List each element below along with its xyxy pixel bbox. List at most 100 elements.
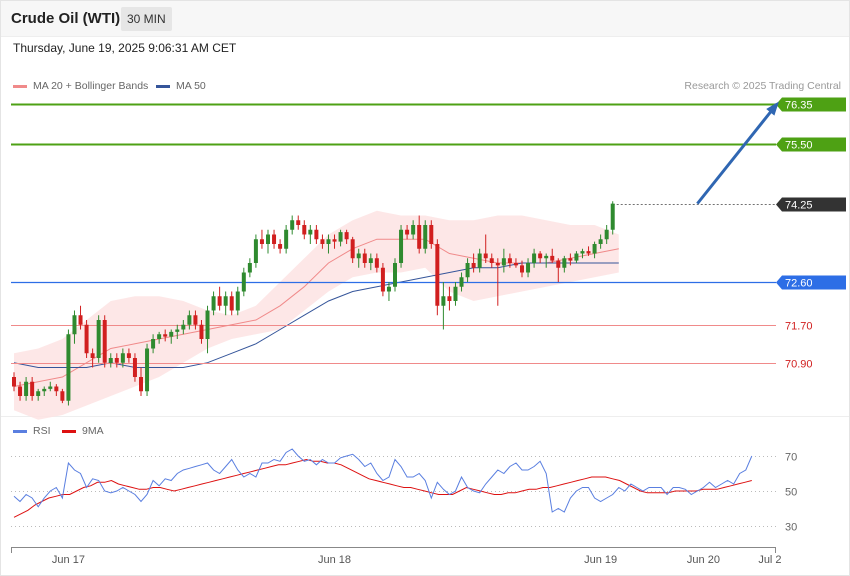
candle-body-76	[471, 263, 476, 268]
candle-body-87	[538, 253, 543, 259]
candle-body-89	[550, 255, 555, 261]
candle-body-45	[284, 229, 289, 249]
candle-body-14	[96, 320, 101, 358]
price-chart: 76.35 75.50 74.25 72.60 71.70 70.90 70 50 30 Jun …	[11, 97, 846, 566]
x-tick-label-jun-18: Jun 18	[318, 554, 351, 566]
candle-body-99	[610, 203, 615, 230]
candle-body-0	[12, 377, 16, 387]
candle-body-78	[483, 253, 488, 259]
candle-body-34	[217, 296, 222, 306]
candle-body-83	[513, 263, 518, 266]
candle-body-84	[520, 265, 524, 273]
candle-body-80	[495, 263, 500, 266]
rsi-level-label-50: 50	[785, 487, 797, 499]
candle-body-23	[151, 339, 156, 349]
candle-body-92	[568, 258, 573, 261]
candle-body-29	[187, 315, 192, 325]
candle-body-25	[163, 334, 168, 337]
candle-body-95	[586, 251, 591, 254]
candle-body-74	[459, 277, 464, 287]
candle-body-38	[241, 272, 246, 292]
candle-body-24	[157, 334, 162, 339]
level-74-25-label: 74.25	[785, 200, 813, 212]
candle-body-71	[441, 296, 446, 306]
candle-body-50	[314, 229, 319, 240]
candle-body-10	[72, 315, 77, 335]
candle-body-47	[296, 220, 301, 225]
candle-body-5	[42, 388, 47, 392]
candle-body-65	[405, 229, 410, 235]
candle-body-31	[199, 324, 204, 339]
candle-body-64	[399, 229, 404, 263]
candle-body-16	[108, 358, 113, 363]
candle-body-72	[447, 296, 452, 301]
candle-body-28	[181, 324, 186, 330]
candle-body-4	[36, 391, 41, 396]
candle-body-8	[60, 391, 65, 401]
candle-body-91	[562, 258, 567, 268]
candle-body-49	[308, 229, 313, 235]
candle-body-56	[350, 239, 355, 259]
candle-body-43	[272, 234, 277, 244]
candle-body-62	[386, 286, 391, 292]
candle-body-21	[139, 377, 143, 392]
candle-body-13	[90, 353, 95, 358]
candle-body-2	[24, 381, 29, 396]
candle-body-44	[278, 244, 283, 249]
candle-body-18	[120, 353, 125, 363]
candle-body-93	[574, 253, 579, 261]
candle-body-6	[48, 386, 53, 389]
candle-body-68	[423, 225, 428, 249]
candle-body-61	[380, 267, 385, 292]
candle-body-20	[132, 358, 137, 377]
candle-body-15	[102, 320, 107, 363]
candle-body-67	[417, 225, 422, 249]
x-tick-label-jun-20: Jun 20	[687, 554, 720, 566]
candle-body-55	[344, 232, 349, 240]
candle-body-57	[356, 253, 361, 259]
candle-body-7	[54, 386, 59, 392]
level-70-90-label: 70.90	[785, 359, 813, 371]
candle-body-48	[302, 225, 307, 235]
candle-body-97	[598, 239, 603, 244]
projection-arrow-shaft	[696, 102, 779, 205]
candle-body-90	[556, 260, 561, 268]
candle-body-88	[544, 255, 549, 259]
candle-body-77	[477, 253, 482, 268]
rsi-level-label-70: 70	[785, 452, 797, 464]
candle-body-94	[580, 251, 585, 254]
candle-body-70	[435, 244, 440, 306]
candle-body-73	[453, 286, 458, 301]
candle-body-66	[411, 225, 416, 235]
candle-body-60	[374, 258, 379, 268]
candle-body-98	[604, 229, 609, 240]
candle-body-54	[338, 232, 343, 242]
candle-body-86	[532, 253, 537, 263]
candle-body-81	[501, 258, 506, 266]
candle-body-53	[332, 239, 337, 242]
candle-body-27	[175, 329, 180, 332]
candle-body-22	[145, 348, 150, 392]
candle-body-58	[362, 253, 367, 263]
x-tick-label-jun-19: Jun 19	[584, 554, 617, 566]
candle-body-46	[290, 220, 295, 230]
candle-body-42	[266, 234, 270, 244]
candle-body-39	[247, 263, 252, 273]
x-tick-label-jun-17: Jun 17	[52, 554, 85, 566]
candle-body-75	[465, 263, 470, 278]
candle-body-52	[326, 239, 331, 244]
x-tick-label-jul-2: Jul 2	[758, 554, 781, 566]
level-72-60-label: 72.60	[785, 278, 813, 290]
candle-body-82	[507, 258, 512, 263]
candle-body-37	[235, 291, 240, 311]
candle-body-51	[320, 239, 325, 244]
candle-body-9	[66, 334, 71, 401]
candle-body-33	[211, 296, 216, 311]
candle-body-17	[114, 358, 119, 363]
level-75-50-label: 75.50	[785, 140, 813, 152]
candle-body-96	[592, 244, 597, 254]
candle-body-63	[393, 263, 397, 287]
level-76-35-label: 76.35	[785, 100, 813, 112]
candle-body-12	[84, 324, 89, 354]
candle-body-3	[30, 381, 35, 396]
